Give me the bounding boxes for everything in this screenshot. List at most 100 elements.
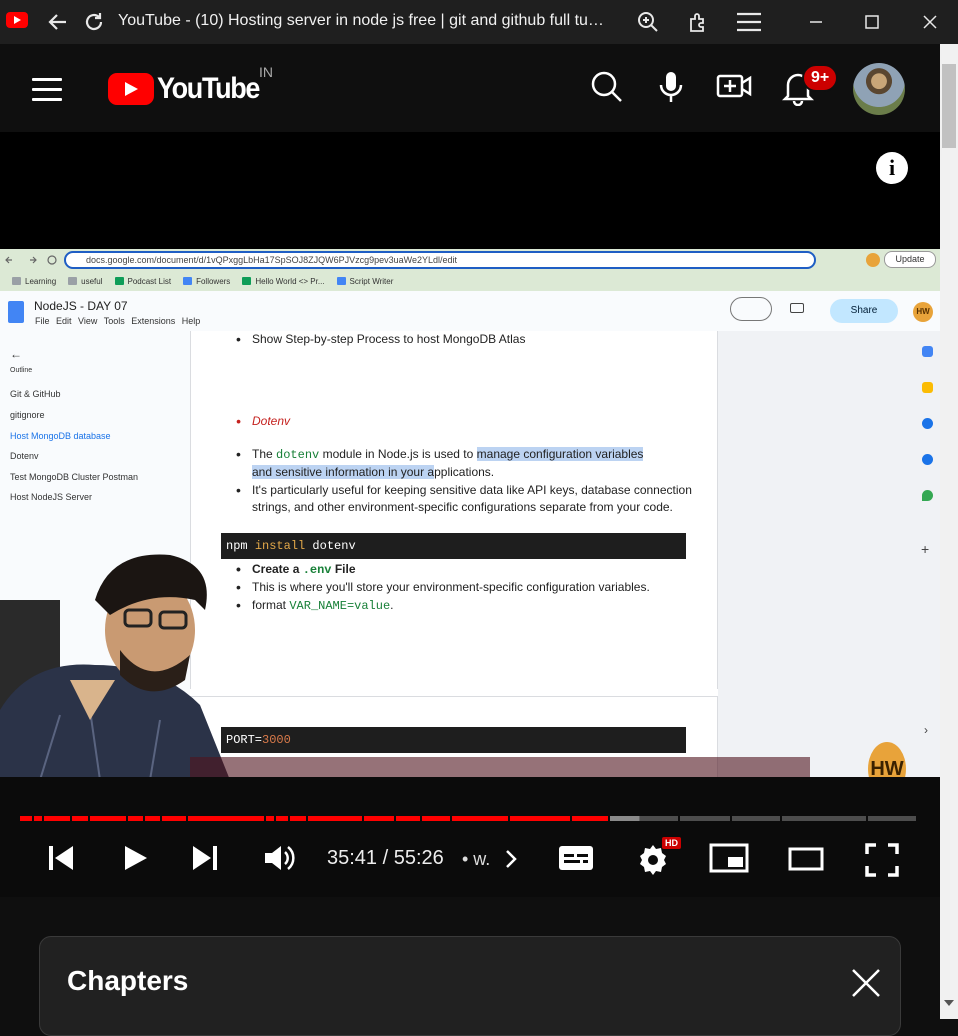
progress-unplayed-segment[interactable] [680,816,730,821]
theater-icon[interactable] [788,847,824,876]
mic-icon[interactable] [656,70,692,106]
progress-played-segment[interactable] [145,816,160,821]
page-scrollbar[interactable] [940,44,958,1019]
logo-text: YouTube [157,72,260,105]
player-controls: 35:41 / 55:26 • w. HD [0,777,940,897]
fullscreen-icon[interactable] [865,843,899,882]
frame-url: docs.google.com/document/d/1vQPxggLbHa17… [64,251,816,269]
chevron-right-icon[interactable] [503,849,519,874]
progress-unplayed-segment[interactable] [639,816,678,821]
tab-title: YouTube - (10) Hosting server in node js… [118,12,608,29]
progress-played-segment[interactable] [34,816,42,821]
outline-item: Test MongoDB Cluster Postman [10,472,139,482]
doc-avatar: HW [913,302,933,322]
video-player[interactable]: i docs.google.com/document/d/1vQPxggLbHa… [0,132,940,777]
doc-title: NodeJS - DAY 07 [34,299,128,313]
progress-played-segment[interactable] [396,816,420,821]
maximize-icon[interactable] [858,8,886,36]
menu-icon[interactable] [735,8,763,36]
bookmark: Hello World <> Pr... [242,277,325,286]
minimize-icon[interactable] [802,8,830,36]
progress-played-segment[interactable] [510,816,570,821]
progress-unplayed-segment[interactable] [868,816,916,821]
frame-nav-icon [5,255,57,265]
progress-played-segment[interactable] [44,816,70,821]
contacts-icon [922,454,933,465]
previous-icon[interactable] [46,843,76,878]
chapter-label[interactable]: • w. [462,849,490,870]
hd-badge: HD [662,837,681,849]
bullet: The dotenv module in Node.js is used to … [236,446,682,481]
notification-badge: 9+ [802,64,839,92]
calendar-icon [922,346,933,357]
info-icon[interactable]: i [876,152,908,184]
frame-browser-bar: docs.google.com/document/d/1vQPxggLbHa17… [0,249,940,271]
bullet: format VAR_NAME=value. [236,597,393,615]
time-display: 35:41 / 55:26 [327,847,444,869]
presenter-image [0,554,229,777]
progress-played-segment[interactable] [308,816,362,821]
doc-menu: File Edit View Tools Extensions Help [35,316,201,326]
outline-item: Dotenv [10,451,39,461]
share-button: Share [830,299,898,323]
code-block: npm install dotenv [221,533,686,559]
next-icon[interactable] [190,843,220,878]
progress-played-segment[interactable] [290,816,306,821]
extensions-icon[interactable] [684,8,712,36]
docs-icon [8,301,24,323]
outline-back-icon: ← [10,347,22,361]
progress-played-segment[interactable] [72,816,88,821]
zoom-icon[interactable] [634,8,662,36]
outline-item: Host NodeJS Server [10,492,93,502]
country-code: IN [259,64,273,80]
play-icon[interactable] [120,843,150,878]
scroll-down-icon[interactable] [944,1000,954,1006]
bullet: This is where you'll store your environm… [236,579,650,596]
close-icon[interactable] [916,8,944,36]
close-icon[interactable] [850,967,882,999]
progress-played-segment[interactable] [188,816,264,821]
progress-played-segment[interactable] [364,816,394,821]
frame-profile-icon [866,253,880,267]
frame-update-button: Update [884,251,936,268]
meet-icon [790,303,804,313]
youtube-logo[interactable]: YouTube [108,72,270,106]
browser-titlebar: YouTube - (10) Hosting server in node js… [0,0,958,44]
volume-icon[interactable] [263,843,297,878]
progress-played-segment[interactable] [266,816,274,821]
create-icon[interactable] [716,70,752,106]
miniplayer-icon[interactable] [709,843,749,878]
progress-buffered-segment[interactable] [610,816,640,821]
mac-dock [190,757,810,777]
bullet: Create a .env File [236,561,355,579]
add-icon: + [921,541,930,557]
bullet: It's particularly useful for keeping sen… [236,482,692,516]
subtitles-icon[interactable] [557,843,595,878]
doc-side-area [718,331,940,777]
progress-played-segment[interactable] [90,816,126,821]
youtube-header: YouTube IN 9+ [0,44,940,132]
progress-played-segment[interactable] [20,816,32,821]
docs-header: NodeJS - DAY 07 File Edit View Tools Ext… [0,291,940,331]
keep-icon [922,382,933,393]
search-icon[interactable] [590,70,626,106]
bookmark: Podcast List [114,277,171,286]
avatar[interactable] [853,63,905,115]
progress-played-segment[interactable] [452,816,508,821]
progress-played-segment[interactable] [128,816,143,821]
hamburger-icon[interactable] [32,78,62,108]
progress-played-segment[interactable] [162,816,186,821]
progress-unplayed-segment[interactable] [732,816,780,821]
progress-played-segment[interactable] [572,816,608,821]
progress-unplayed-segment[interactable] [782,816,866,821]
chapters-title: Chapters [67,965,189,996]
bullet: Show Step-by-step Process to host MongoD… [236,331,525,348]
progress-bar[interactable] [20,816,918,821]
reload-icon[interactable] [80,8,108,36]
code-block: PORT=3000 [221,727,686,753]
progress-played-segment[interactable] [422,816,450,821]
back-icon[interactable] [44,8,72,36]
scrollbar-thumb[interactable] [942,64,956,148]
progress-played-segment[interactable] [276,816,288,821]
youtube-favicon-icon [6,12,28,28]
